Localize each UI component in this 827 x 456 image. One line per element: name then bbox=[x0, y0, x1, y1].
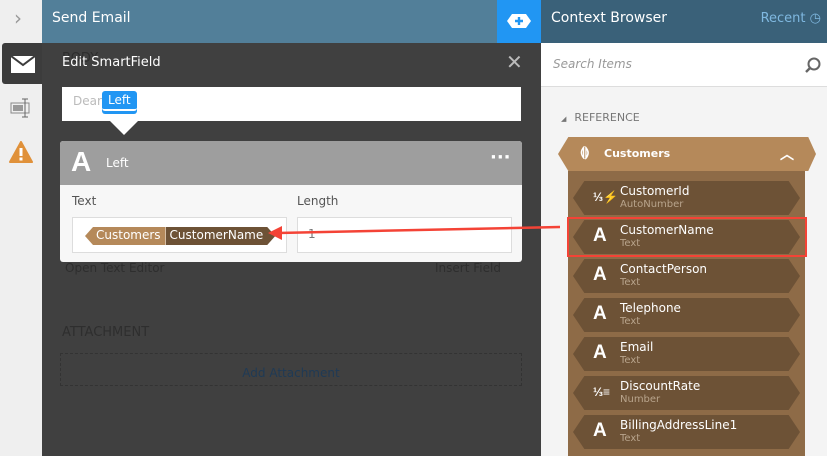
pointer-caret bbox=[110, 121, 138, 135]
recent-button[interactable]: Recent ◷ bbox=[761, 11, 821, 26]
context-browser-title: Context Browser bbox=[551, 10, 668, 26]
field-type: Text bbox=[620, 316, 641, 327]
field-item[interactable]: A Telephone Text bbox=[573, 298, 800, 332]
token-entity: Customers bbox=[85, 227, 166, 245]
field-type: Text bbox=[620, 433, 641, 444]
entity-icon: ⟬⟭ bbox=[580, 145, 590, 160]
page-title: Send Email bbox=[52, 10, 131, 26]
left-rail: › bbox=[0, 0, 42, 456]
search-input[interactable]: Search Items bbox=[541, 43, 827, 87]
reference-section[interactable]: ◢ REFERENCE bbox=[561, 111, 640, 124]
context-browser: Context Browser Recent ◷ Search Items ◢ R… bbox=[541, 0, 827, 456]
modal-title: Edit SmartField bbox=[62, 55, 161, 70]
field-type: Text bbox=[620, 277, 641, 288]
field-type: Number bbox=[620, 394, 661, 405]
attachment-label: ATTACHMENT bbox=[62, 325, 150, 340]
collapse-triangle-icon: ◢ bbox=[561, 115, 567, 123]
section-label: REFERENCE bbox=[574, 111, 640, 124]
drag-arrow bbox=[268, 225, 561, 240]
smartfield-preview: Dear Left bbox=[62, 87, 521, 121]
text-label: Text bbox=[72, 194, 97, 208]
text-input[interactable]: Customers CustomerName bbox=[72, 217, 287, 253]
text-type-icon: A bbox=[593, 342, 607, 363]
token-field: CustomerName bbox=[166, 227, 276, 245]
email-tab[interactable] bbox=[2, 43, 42, 84]
field-name: ContactPerson bbox=[620, 262, 708, 276]
group-label: Customers bbox=[604, 147, 671, 160]
page-header: Send Email bbox=[42, 0, 497, 43]
field-name: Email bbox=[620, 340, 654, 354]
context-browser-header: Context Browser Recent ◷ bbox=[541, 0, 827, 43]
text-type-icon: A bbox=[71, 146, 92, 177]
envelope-icon bbox=[11, 56, 35, 73]
length-label: Length bbox=[297, 194, 339, 208]
field-token[interactable]: Customers CustomerName bbox=[85, 227, 275, 245]
chevron-right-icon[interactable]: › bbox=[14, 6, 22, 30]
plus-icon bbox=[507, 14, 531, 28]
search-icon[interactable] bbox=[805, 57, 821, 73]
field-item[interactable]: A Email Text bbox=[573, 337, 800, 371]
customers-group[interactable]: ⟬⟭ Customers ︿ bbox=[558, 137, 816, 171]
field-name: BillingAddressLine1 bbox=[620, 418, 738, 432]
search-placeholder: Search Items bbox=[553, 57, 632, 71]
more-options-icon[interactable]: ··· bbox=[490, 147, 511, 168]
function-header: A Left ··· bbox=[60, 141, 522, 185]
text-field-icon[interactable] bbox=[10, 98, 32, 118]
add-context-button[interactable] bbox=[497, 0, 541, 43]
close-icon[interactable]: ✕ bbox=[506, 50, 523, 74]
number-type-icon: ⅓⚡ bbox=[593, 190, 618, 204]
field-item[interactable]: A BillingAddressLine1 Text bbox=[573, 415, 800, 449]
text-type-icon: A bbox=[593, 420, 607, 441]
insert-field-link[interactable]: Insert Field bbox=[435, 261, 501, 275]
field-name: DiscountRate bbox=[620, 379, 701, 393]
function-name: Left bbox=[106, 156, 129, 170]
text-type-icon: A bbox=[593, 264, 607, 285]
text-type-icon: A bbox=[593, 303, 607, 324]
field-name: Telephone bbox=[620, 301, 681, 315]
field-item[interactable]: ⅓≡ DiscountRate Number bbox=[573, 376, 800, 410]
clock-icon: ◷ bbox=[809, 11, 821, 26]
field-item[interactable]: ⅓⚡ CustomerId AutoNumber bbox=[573, 181, 800, 215]
field-item[interactable]: A ContactPerson Text bbox=[573, 259, 800, 293]
open-text-editor-link[interactable]: Open Text Editor bbox=[65, 261, 164, 275]
add-attachment-dropzone[interactable]: Add Attachment bbox=[60, 353, 522, 386]
field-name: CustomerId bbox=[620, 184, 690, 198]
recent-label: Recent bbox=[760, 11, 806, 26]
customers-fields: ⅓⚡ CustomerId AutoNumber A CustomerName Text A… bbox=[568, 171, 805, 456]
highlight-box bbox=[567, 217, 807, 257]
number-type-icon: ⅓≡ bbox=[593, 385, 611, 399]
warning-icon[interactable] bbox=[9, 141, 33, 163]
smartfield-card: A Left ··· Text Length Customers Custome… bbox=[60, 141, 522, 262]
field-type: AutoNumber bbox=[620, 199, 684, 210]
chevron-up-icon[interactable]: ︿ bbox=[780, 144, 794, 164]
preview-text: Dear bbox=[73, 94, 102, 108]
add-attachment-link[interactable]: Add Attachment bbox=[242, 366, 339, 380]
field-type: Text bbox=[620, 355, 641, 366]
preview-token[interactable]: Left bbox=[102, 91, 137, 111]
